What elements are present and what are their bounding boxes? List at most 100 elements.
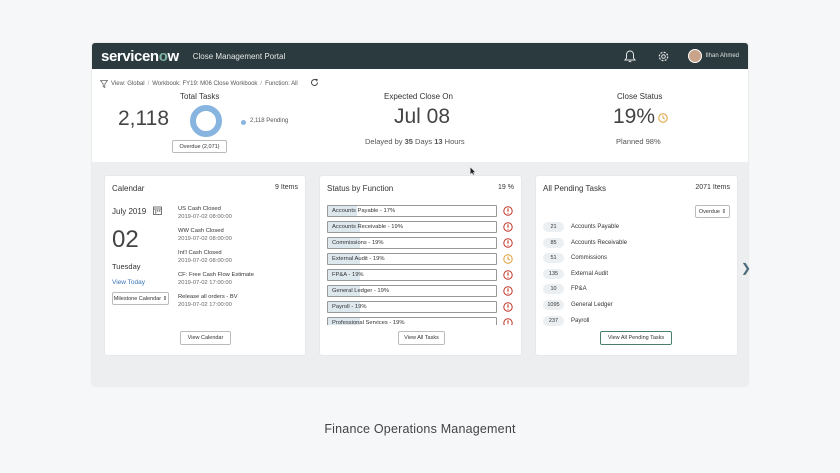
function-row[interactable]: Accounts Payable - 17% [327, 205, 515, 217]
calendar-event[interactable]: US Cash Closed 2019-07-02 08:00:00 [178, 205, 302, 221]
function-label: Commissions - 19% [332, 240, 384, 246]
alert-icon [503, 206, 513, 216]
refresh-icon[interactable] [310, 78, 319, 90]
user-name[interactable]: Ilhan Ahmed [706, 53, 739, 59]
calendar-event[interactable]: WW Cash Closed 2019-07-02 08:00:00 [178, 227, 302, 243]
calendar-event[interactable]: CF: Free Cash Flow Estimate 2019-07-02 17… [178, 271, 302, 287]
pending-count-badge: 10 [543, 284, 564, 295]
mouse-cursor-icon [470, 167, 475, 175]
summary-panel: View: Global / Workbook: FY19: M06 Close… [92, 69, 748, 162]
all-pending-count: 2071 Items [695, 184, 730, 191]
pending-count-badge: 85 [543, 237, 564, 248]
calendar-events: US Cash Closed 2019-07-02 08:00:00 WW Cas… [178, 205, 302, 315]
breadcrumb-view[interactable]: View: Global [111, 81, 145, 87]
total-tasks-donut [190, 105, 222, 137]
function-row[interactable]: External Audit - 19% [327, 253, 515, 265]
calendar-day: 02 [112, 226, 139, 253]
calendar-event[interactable]: Int'l Cash Closed 2019-07-02 08:00:00 [178, 249, 302, 265]
all-pending-title: All Pending Tasks [543, 184, 606, 193]
calendar-icon[interactable] [153, 206, 162, 215]
function-row[interactable]: General Ledger - 19% [327, 285, 515, 297]
function-progress-bar[interactable]: Payroll - 19% [327, 301, 497, 313]
bell-icon[interactable] [622, 48, 638, 64]
expected-close-label: Expected Close On [384, 92, 453, 101]
pending-function-name: Commissions [571, 255, 608, 262]
pending-count-badge: 237 [543, 315, 564, 326]
overdue-button[interactable]: Overdue (2,071) [172, 140, 227, 153]
portal-window: servicenow Close Management Portal Ilhan… [92, 43, 748, 386]
chevron-updown-icon: ⇕ [721, 208, 727, 215]
pending-legend-text: 2,118 Pending [250, 118, 289, 124]
function-progress-bar[interactable]: External Audit - 19% [327, 253, 497, 265]
filter-icon[interactable] [100, 80, 108, 88]
pending-row[interactable]: 21 Accounts Payable [543, 221, 723, 233]
alert-icon [503, 302, 513, 312]
pending-function-name: General Ledger [571, 301, 613, 308]
alert-icon [503, 318, 513, 325]
function-label: Accounts Payable - 17% [332, 208, 396, 214]
view-calendar-button[interactable]: View Calendar [180, 331, 231, 345]
function-progress-bar[interactable]: Professional Services - 19% [327, 317, 497, 325]
total-tasks-value: 2,118 [118, 107, 169, 130]
delay-text: Delayed by 35 Days 13 Hours [365, 137, 465, 146]
view-all-tasks-button[interactable]: View All Tasks [398, 331, 445, 345]
alert-icon [503, 286, 513, 296]
function-row[interactable]: Commissions - 19% [327, 237, 515, 249]
calendar-card: Calendar 9 Items July 2019 02 Tuesday Vi… [105, 176, 305, 355]
clock-icon [658, 113, 668, 123]
pending-function-name: Accounts Receivable [571, 239, 628, 246]
status-by-function-title: Status by Function [327, 184, 394, 193]
function-progress-bar[interactable]: General Ledger - 19% [327, 285, 497, 297]
calendar-event[interactable]: Release all orders - BV 2019-07-02 17:00:… [178, 293, 302, 309]
breadcrumb-function[interactable]: Function: All [265, 81, 298, 87]
breadcrumb: View: Global / Workbook: FY19: M06 Close… [100, 80, 298, 88]
view-today-link[interactable]: View Today [112, 279, 145, 286]
close-status-value: 19% [613, 105, 656, 128]
pending-count-badge: 21 [543, 222, 564, 232]
function-row[interactable]: Accounts Receivable - 19% [327, 221, 515, 233]
function-row[interactable]: FP&A - 19% [327, 269, 515, 281]
pending-count-badge: 51 [543, 253, 564, 264]
function-progress-bar[interactable]: Accounts Payable - 17% [327, 205, 497, 217]
function-bars: Accounts Payable - 17% Accounts Receivabl… [327, 205, 515, 325]
expected-close-value: Jul 08 [394, 105, 451, 128]
pending-function-name: Accounts Payable [571, 224, 620, 230]
pending-row[interactable]: 237 Payroll [543, 315, 723, 327]
pending-count-badge: 135 [543, 268, 564, 279]
total-tasks-label: Total Tasks [180, 92, 220, 101]
pending-function-name: FP&A [571, 286, 587, 293]
portal-title: Close Management Portal [192, 51, 286, 61]
function-row[interactable]: Professional Services - 19% [327, 317, 515, 325]
function-label: General Ledger - 19% [332, 288, 390, 294]
view-all-pending-button[interactable]: View All Pending Tasks [600, 331, 672, 345]
servicenow-logo[interactable]: servicenow [101, 48, 179, 65]
overdue-filter-select[interactable]: Overdue ⇕ [695, 205, 730, 218]
function-label: Professional Services - 19% [332, 320, 405, 325]
function-progress-bar[interactable]: FP&A - 19% [327, 269, 497, 281]
function-label: Payroll - 19% [332, 304, 367, 310]
function-label: Accounts Receivable - 19% [332, 224, 403, 230]
gear-icon[interactable] [656, 48, 672, 64]
pending-row[interactable]: 10 FP&A [543, 283, 723, 295]
next-slide-chevron-icon[interactable]: ❯ [741, 261, 751, 275]
calendar-month: July 2019 [112, 207, 147, 216]
pending-row[interactable]: 85 Accounts Receivable [543, 237, 723, 249]
top-navigation-bar: servicenow Close Management Portal Ilhan… [92, 43, 748, 69]
pending-function-name: Payroll [571, 317, 590, 324]
pending-row[interactable]: 51 Commissions [543, 252, 723, 264]
pending-row[interactable]: 135 External Audit [543, 268, 723, 280]
alert-icon [503, 238, 513, 248]
function-progress-bar[interactable]: Accounts Receivable - 19% [327, 221, 497, 233]
calendar-title: Calendar [112, 184, 145, 193]
status-by-function-card: Status by Function 19 % Accounts Payable… [320, 176, 521, 355]
breadcrumb-workbook[interactable]: Workbook: FY19: M06 Close Workbook [152, 81, 257, 87]
avatar[interactable] [687, 49, 702, 63]
alert-icon [503, 270, 513, 280]
calendar-count: 9 Items [275, 184, 298, 191]
slide-caption: Finance Operations Management [324, 422, 516, 436]
function-row[interactable]: Payroll - 19% [327, 301, 515, 313]
pending-row[interactable]: 1095 General Ledger [543, 299, 723, 311]
milestone-calendar-select[interactable]: Milestone Calendar ⇕ [112, 292, 169, 305]
function-progress-bar[interactable]: Commissions - 19% [327, 237, 497, 249]
status-by-function-percent: 19 % [498, 184, 514, 191]
